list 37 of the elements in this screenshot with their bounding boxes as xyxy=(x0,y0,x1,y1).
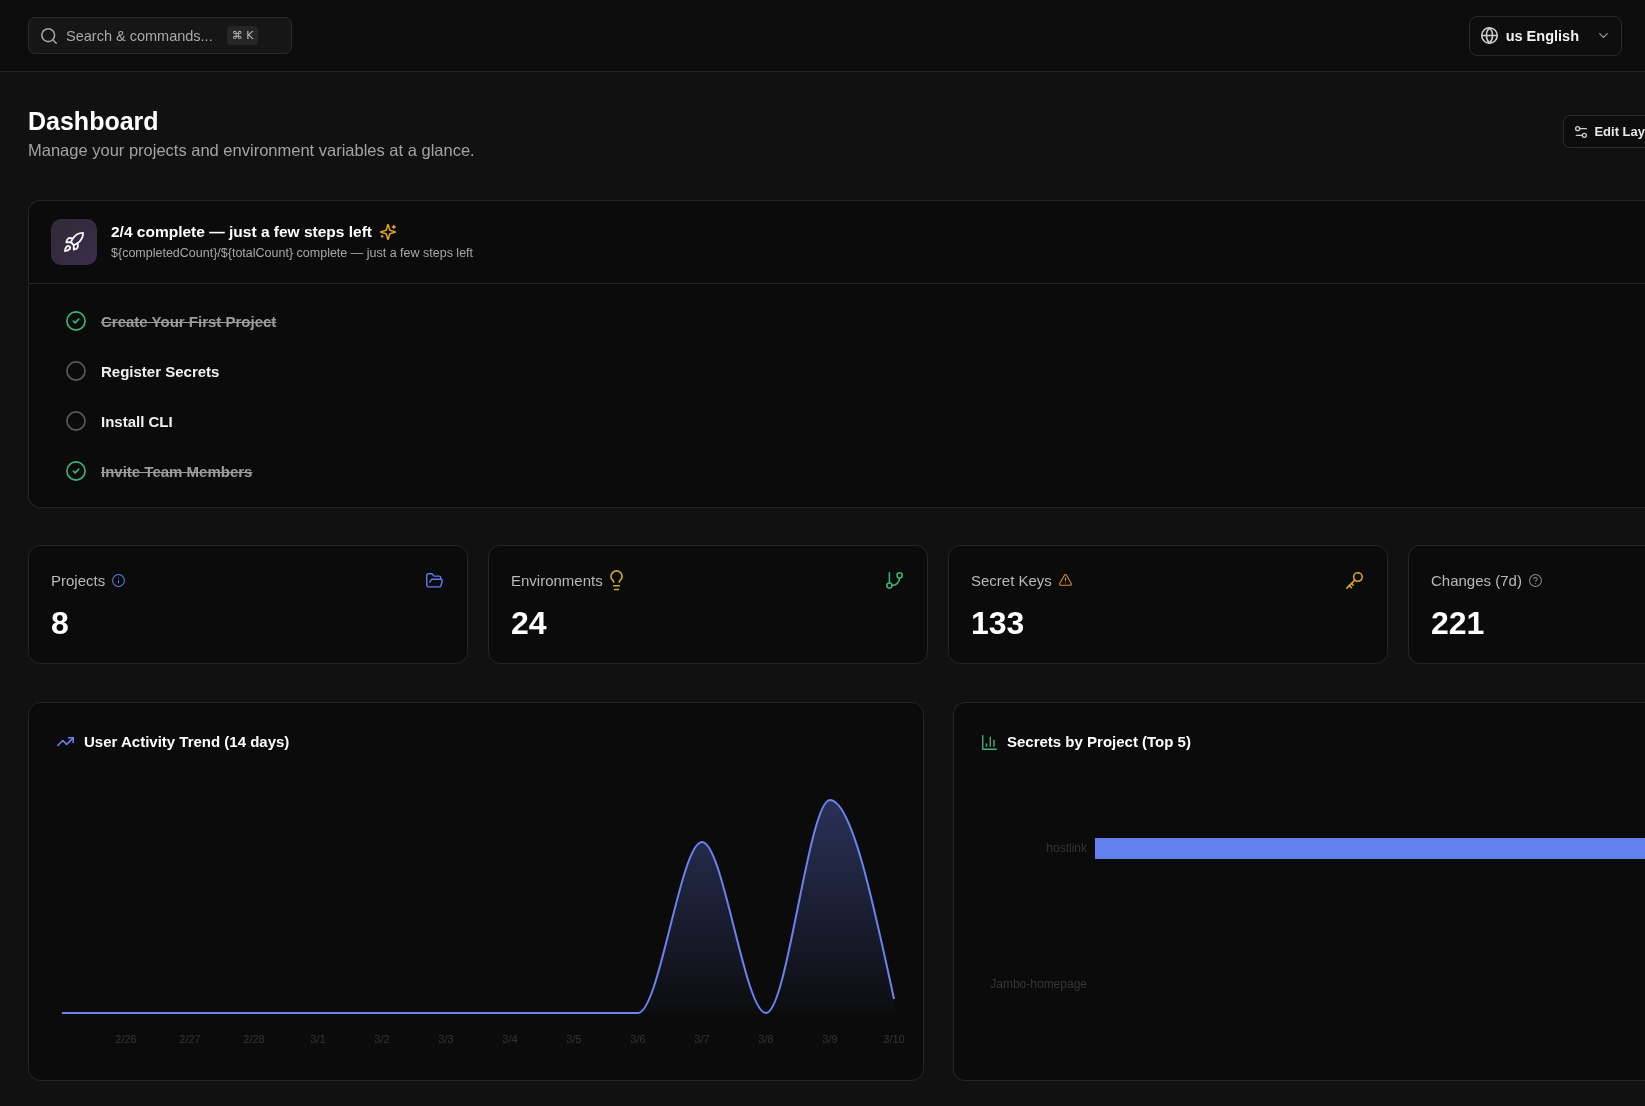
chevron-down-icon xyxy=(1599,32,1608,39)
branch-icon xyxy=(886,571,903,589)
key-icon xyxy=(1346,571,1363,589)
progress-subtitle: ${completedCount}/${totalCount} complete — just a few steps left xyxy=(111,245,474,262)
bar-chart-icon xyxy=(982,734,997,750)
language-select[interactable]: us English xyxy=(1468,15,1622,56)
step-label: Install CLI xyxy=(101,412,173,430)
page-title: Dashboard xyxy=(28,106,160,137)
edit-button[interactable]: Edit Lay xyxy=(1563,115,1645,148)
stat-label: Changes (7d) xyxy=(1431,571,1522,589)
stat-label: Projects xyxy=(51,571,106,589)
stat-value: 221 xyxy=(1431,604,1486,642)
warning-icon xyxy=(1058,574,1072,586)
stat-label: Environments xyxy=(511,571,603,589)
shortcut-key: ⌘ K xyxy=(226,26,259,45)
lightbulb-icon xyxy=(609,569,623,591)
sparkle-icon xyxy=(380,224,396,240)
info-icon xyxy=(112,573,126,587)
step-label: Register Secrets xyxy=(101,362,220,380)
folder-icon xyxy=(426,572,443,588)
step-label: Create Your First Project xyxy=(101,312,277,330)
globe-icon xyxy=(1480,27,1498,44)
chart-title: Secrets by Project (Top 5) xyxy=(1007,732,1191,752)
progress-title: 2/4 complete — just a few steps left xyxy=(111,222,372,242)
rocket-icon xyxy=(51,219,97,265)
chart-title: User Activity Trend (14 days) xyxy=(84,732,290,752)
stat-value: 133 xyxy=(971,604,1026,642)
search-icon xyxy=(41,27,57,44)
help-icon xyxy=(1528,573,1542,587)
page-subtitle: Manage your projects and environment variables at a glance. xyxy=(28,140,475,161)
sliders-icon xyxy=(1575,125,1588,138)
step-label: Invite Team Members xyxy=(101,462,253,480)
stat-value: 24 xyxy=(511,604,548,642)
stat-label: Secret Keys xyxy=(971,571,1052,589)
stat-value: 8 xyxy=(51,604,70,642)
search-button[interactable]: Search & commands... ⌘ K xyxy=(28,17,292,54)
trending-up-icon xyxy=(57,737,74,747)
